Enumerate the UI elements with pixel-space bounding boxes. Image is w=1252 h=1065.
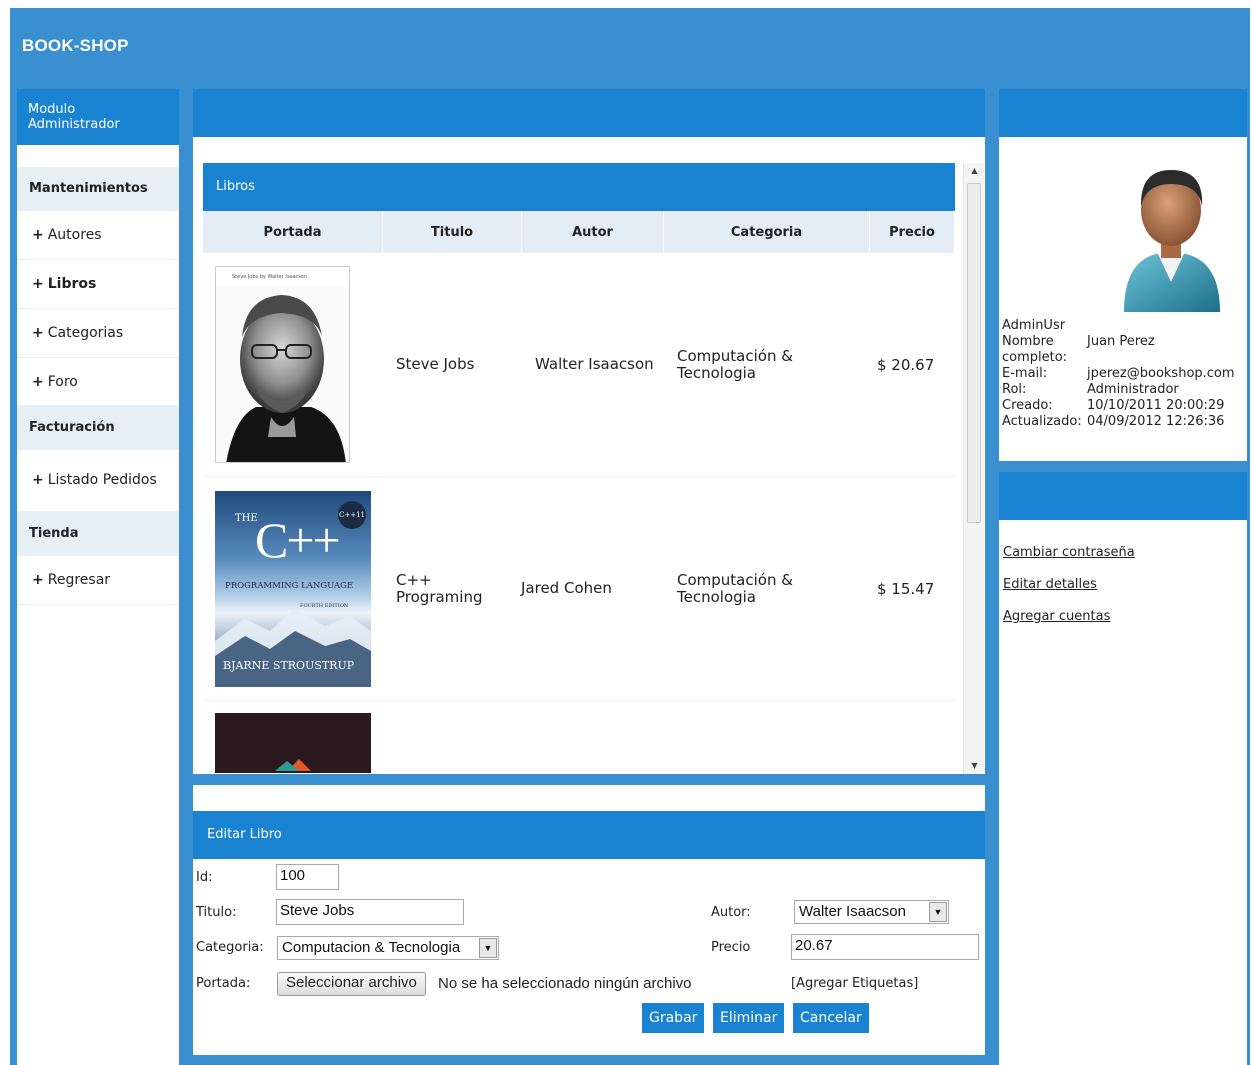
chevron-down-icon[interactable]: ▼ (479, 938, 497, 958)
field-label: Rol: (1002, 382, 1027, 397)
cell-titulo: Steve Jobs (396, 355, 475, 373)
cell-autor: Walter Isaacson (535, 355, 654, 373)
change-password-link[interactable]: Cambiar contraseña (1003, 537, 1247, 569)
sidebar-item-label: Categorias (47, 325, 124, 341)
sidebar-item-label: Listado Pedidos (47, 472, 157, 488)
sidebar-item-foro[interactable]: + Foro (17, 358, 179, 406)
user-avatar-icon (1124, 170, 1220, 312)
titulo-label: Titulo: (196, 905, 237, 920)
field-value: 10/10/2011 20:00:29 (1087, 398, 1225, 413)
cell-precio: $ 15.47 (877, 579, 935, 598)
book-cover-image: Steve Jobs by Walter Isaacson (215, 266, 350, 463)
sidebar-item-label: Libros (47, 276, 97, 292)
categoria-select[interactable]: Computacion & Tecnologia ▼ (277, 936, 499, 960)
cover-author: BJARNE STROUSTRUP (223, 658, 355, 672)
cell-categoria: Computación & Tecnologia (677, 346, 793, 382)
column-header-portada: Portada (203, 211, 383, 253)
column-header-autor: Autor (522, 211, 664, 253)
plus-icon: + (32, 227, 44, 243)
books-panel-header (193, 89, 985, 137)
sidebar-section-facturacion: Facturación (17, 406, 179, 450)
plus-icon: + (32, 572, 44, 588)
titulo-field[interactable]: Steve Jobs (276, 899, 464, 925)
autor-select[interactable]: Walter Isaacson ▼ (794, 900, 949, 924)
field-value: Juan Perez (1087, 334, 1155, 349)
sidebar-item-label: Foro (47, 373, 78, 390)
table-row[interactable] (203, 701, 955, 774)
edit-details-link[interactable]: Editar detalles (1003, 569, 1247, 601)
save-button[interactable]: Grabar (642, 1003, 705, 1033)
add-accounts-link[interactable]: Agregar cuentas (1003, 601, 1247, 633)
field-value: jperez@bookshop.com (1087, 366, 1235, 381)
sidebar-item-libros[interactable]: + Libros (17, 260, 179, 309)
account-actions-panel: Cambiar contraseña Editar detalles Agreg… (999, 472, 1247, 1065)
field-label: E-mail: (1002, 366, 1048, 381)
field-label: Actualizado: (1002, 414, 1082, 429)
id-label: Id: (196, 870, 213, 885)
edit-book-panel: Editar Libro Id: 100 Titulo: Steve Jobs … (193, 785, 985, 1055)
sidebar-item-regresar[interactable]: + Regresar (17, 556, 179, 605)
plus-icon: + (32, 325, 44, 341)
plus-icon: + (32, 373, 44, 390)
user-info-panel: AdminUsr Nombre completo: Juan Perez E-ma… (999, 89, 1247, 461)
add-tags-link[interactable]: [Agregar Etiquetas] (791, 976, 918, 991)
cell-categoria: Computación & Tecnologia (677, 570, 793, 606)
column-header-categoria: Categoria (664, 211, 870, 253)
sidebar-title: Modulo Administrador (17, 89, 179, 145)
username: AdminUsr (1002, 318, 1066, 333)
books-table-title: Libros (203, 163, 955, 211)
books-table-header: Portada Titulo Autor Categoria Precio (203, 211, 955, 253)
sidebar-item-label: Regresar (47, 572, 111, 588)
sidebar-item-autores[interactable]: + Autores (17, 211, 179, 260)
plus-icon: + (32, 276, 44, 292)
table-row[interactable]: Steve Jobs by Walter Isaacson Steve Jobs… (203, 253, 955, 477)
delete-button[interactable]: Eliminar (713, 1003, 785, 1033)
select-file-button[interactable]: Seleccionar archivo (277, 972, 426, 996)
sidebar-item-categorias[interactable]: + Categorias (17, 309, 179, 358)
autor-selected-value: Walter Isaacson (799, 903, 906, 920)
field-value: 04/09/2012 12:26:36 (1087, 414, 1225, 429)
cover-shape (275, 759, 311, 771)
cancel-button[interactable]: Cancelar (793, 1003, 869, 1033)
precio-label: Precio (711, 940, 751, 955)
precio-field[interactable]: 20.67 (791, 934, 979, 960)
book-cover-image (215, 713, 371, 773)
sidebar-item-listado-pedidos[interactable]: + Listado Pedidos (17, 450, 179, 512)
chevron-down-icon[interactable]: ▼ (929, 902, 947, 922)
account-panel-header (999, 472, 1247, 520)
books-table-container[interactable]: Libros Portada Titulo Autor Categoria Pr… (203, 163, 955, 774)
column-header-precio: Precio (870, 211, 955, 253)
field-value: Administrador (1087, 382, 1179, 397)
book-cover-image: C++11 THE C++ PROGRAMMING LANGUAGE FOURT… (215, 490, 371, 687)
id-field[interactable]: 100 (276, 864, 339, 890)
categoria-selected-value: Computacion & Tecnologia (282, 939, 461, 956)
table-row[interactable]: C++11 THE C++ PROGRAMMING LANGUAGE FOURT… (203, 477, 955, 701)
field-label: Nombre completo: (1002, 334, 1068, 365)
edit-panel-title: Editar Libro (193, 811, 985, 859)
portrait-image (216, 285, 349, 462)
categoria-label: Categoria: (196, 940, 264, 955)
user-details: AdminUsr Nombre completo: Juan Perez E-ma… (1002, 318, 1235, 430)
sidebar-item-label: Autores (47, 227, 102, 243)
sidebar-section-tienda: Tienda (17, 512, 179, 556)
autor-label: Autor: (711, 905, 751, 920)
user-panel-header (999, 89, 1247, 137)
cell-autor: Jared Cohen (521, 579, 612, 597)
scroll-down-icon[interactable]: ▼ (964, 758, 985, 774)
books-scrollbar[interactable]: ▲ ▼ (963, 163, 984, 774)
portada-label: Portada: (196, 976, 251, 991)
field-label: Creado: (1002, 398, 1053, 413)
scrollbar-thumb[interactable] (967, 183, 981, 523)
sidebar: Modulo Administrador Mantenimientos + Aut… (17, 89, 179, 1065)
file-status: No se ha seleccionado ningún archivo (438, 975, 692, 992)
cell-precio: $ 20.67 (877, 355, 935, 374)
brand-logo[interactable]: BOOK-SHOP (22, 36, 129, 56)
scroll-up-icon[interactable]: ▲ (964, 163, 985, 179)
cell-titulo: C++ Programing (396, 570, 483, 606)
mountain-image (215, 608, 371, 687)
column-header-titulo: Titulo (383, 211, 522, 253)
plus-icon: + (32, 472, 44, 488)
sidebar-section-mantenimientos: Mantenimientos (17, 167, 179, 211)
books-panel: Libros Portada Titulo Autor Categoria Pr… (193, 89, 985, 774)
